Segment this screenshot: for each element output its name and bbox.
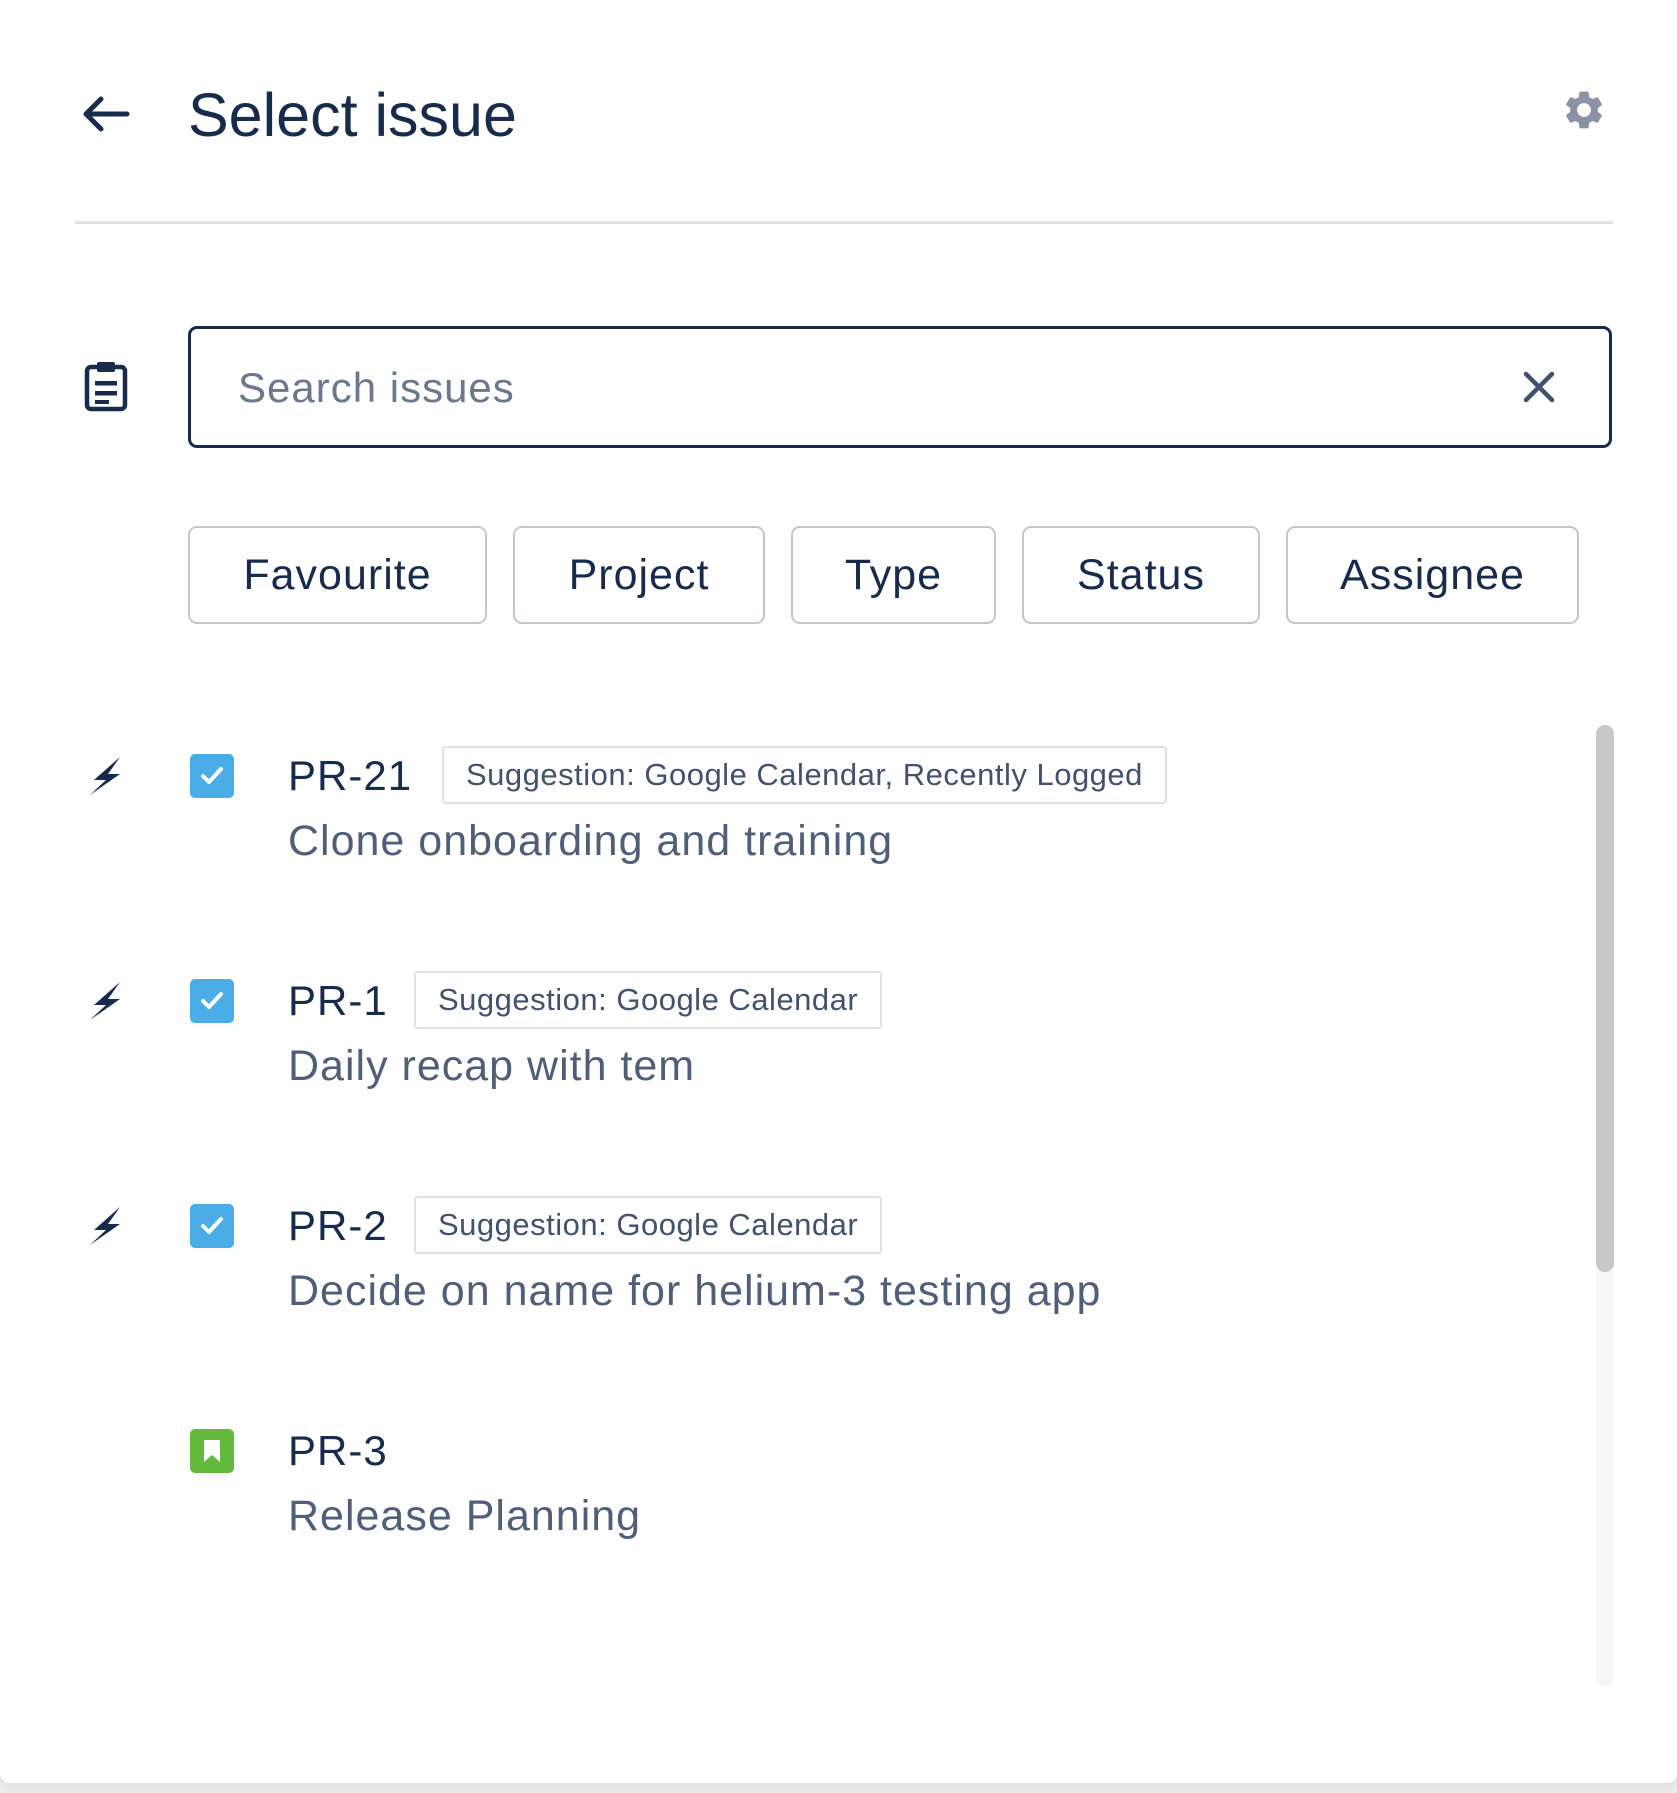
gear-icon <box>1566 91 1602 129</box>
issue-key: PR-21 <box>288 752 413 799</box>
issue-row[interactable]: PR-2 Suggestion: Google Calendar Decide … <box>0 1170 1560 1370</box>
task-type-icon <box>190 754 234 798</box>
suggestion-badge: Suggestion: Google Calendar <box>414 971 883 1029</box>
issue-summary: Clone onboarding and training <box>288 817 894 865</box>
select-issue-panel: Select issue Favourite Project Type Stat… <box>0 0 1677 1783</box>
lightning-bolt-icon <box>90 757 120 795</box>
issue-key: PR-3 <box>288 1427 388 1474</box>
search-field[interactable] <box>188 326 1612 448</box>
clear-search-button[interactable] <box>1511 359 1567 415</box>
suggestion-badge: Suggestion: Google Calendar <box>414 1196 883 1254</box>
issue-summary: Release Planning <box>288 1492 642 1540</box>
task-type-icon <box>190 979 234 1023</box>
issue-summary: Decide on name for helium-3 testing app <box>288 1267 1102 1315</box>
lightning-bolt-icon <box>90 982 120 1020</box>
issue-list: PR-21 Suggestion: Google Calendar, Recen… <box>0 700 1580 1690</box>
arrow-left-icon <box>83 96 130 132</box>
issue-key: PR-2 <box>288 1202 388 1249</box>
page-title: Select issue <box>188 81 517 149</box>
lightning-bolt-icon <box>90 1207 120 1245</box>
issue-row[interactable]: PR-21 Suggestion: Google Calendar, Recen… <box>0 720 1560 920</box>
issue-key: PR-1 <box>288 977 388 1024</box>
filter-type-button[interactable]: Type <box>791 526 996 624</box>
close-icon <box>1523 371 1555 403</box>
issue-row[interactable]: PR-3 Release Planning <box>0 1395 1560 1595</box>
filter-favourite-button[interactable]: Favourite <box>188 526 487 624</box>
header-divider <box>75 221 1613 224</box>
issue-summary: Daily recap with tem <box>288 1042 696 1090</box>
story-type-icon <box>190 1429 234 1473</box>
search-input[interactable] <box>236 351 1460 425</box>
task-type-icon <box>190 1204 234 1248</box>
scrollbar-thumb[interactable] <box>1596 725 1614 1272</box>
settings-button[interactable] <box>1554 80 1614 140</box>
back-button[interactable] <box>70 78 142 150</box>
filter-assignee-button[interactable]: Assignee <box>1286 526 1579 624</box>
filter-project-button[interactable]: Project <box>513 526 765 624</box>
issue-row[interactable]: PR-1 Suggestion: Google Calendar Daily r… <box>0 945 1560 1145</box>
clipboard-icon <box>83 360 129 412</box>
suggestion-badge: Suggestion: Google Calendar, Recently Lo… <box>442 746 1167 804</box>
filter-status-button[interactable]: Status <box>1022 526 1260 624</box>
